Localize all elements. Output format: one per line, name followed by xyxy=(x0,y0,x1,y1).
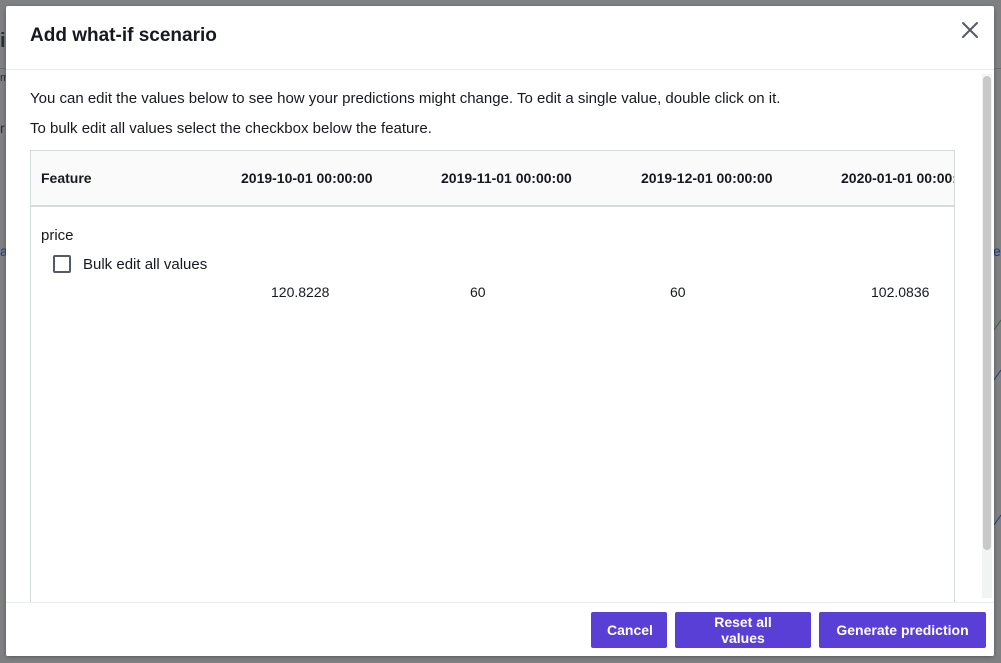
bulk-edit-checkbox-row[interactable]: Bulk edit all values xyxy=(53,254,207,274)
scrollbar-thumb[interactable] xyxy=(983,76,991,550)
reset-all-values-button[interactable]: Reset all values xyxy=(675,612,811,648)
cancel-button[interactable]: Cancel xyxy=(591,612,667,648)
value-cell[interactable]: 60 xyxy=(470,284,486,300)
dialog-body: You can edit the values below to see how… xyxy=(6,70,994,602)
background-chart-fragment xyxy=(994,319,1001,526)
bulk-edit-label: Bulk edit all values xyxy=(83,255,208,273)
value-cell[interactable]: 102.0836 xyxy=(871,284,929,300)
column-header-date: 2019-12-01 00:00:00 xyxy=(641,170,773,186)
table-header: Feature 2019-10-01 00:00:00 2019-11-01 0… xyxy=(31,151,954,207)
generate-prediction-button[interactable]: Generate prediction xyxy=(819,612,986,648)
background-fragment: e xyxy=(993,243,1001,259)
column-header-feature: Feature xyxy=(41,170,92,186)
dialog-title: Add what-if scenario xyxy=(30,25,217,46)
column-header-date: 2019-11-01 00:00:00 xyxy=(441,170,572,186)
description-text: To bulk edit all values select the check… xyxy=(30,120,432,137)
feature-name: price xyxy=(41,227,74,244)
features-table: Feature 2019-10-01 00:00:00 2019-11-01 0… xyxy=(30,150,955,602)
column-header-date: 2019-10-01 00:00:00 xyxy=(241,170,373,186)
close-button[interactable] xyxy=(960,20,980,40)
what-if-dialog: Add what-if scenario You can edit the va… xyxy=(6,6,994,656)
value-cell[interactable]: 60 xyxy=(670,284,686,300)
description-text: You can edit the values below to see how… xyxy=(30,90,781,107)
dialog-footer: Cancel Reset all values Generate predict… xyxy=(6,602,994,656)
bulk-edit-checkbox[interactable] xyxy=(53,255,71,273)
dialog-header: Add what-if scenario xyxy=(6,6,994,70)
column-header-date: 2020-01-01 00:00:00 xyxy=(841,170,954,186)
value-cell[interactable]: 120.8228 xyxy=(271,284,329,300)
close-icon xyxy=(962,22,978,38)
background-fragment: r xyxy=(0,120,5,136)
